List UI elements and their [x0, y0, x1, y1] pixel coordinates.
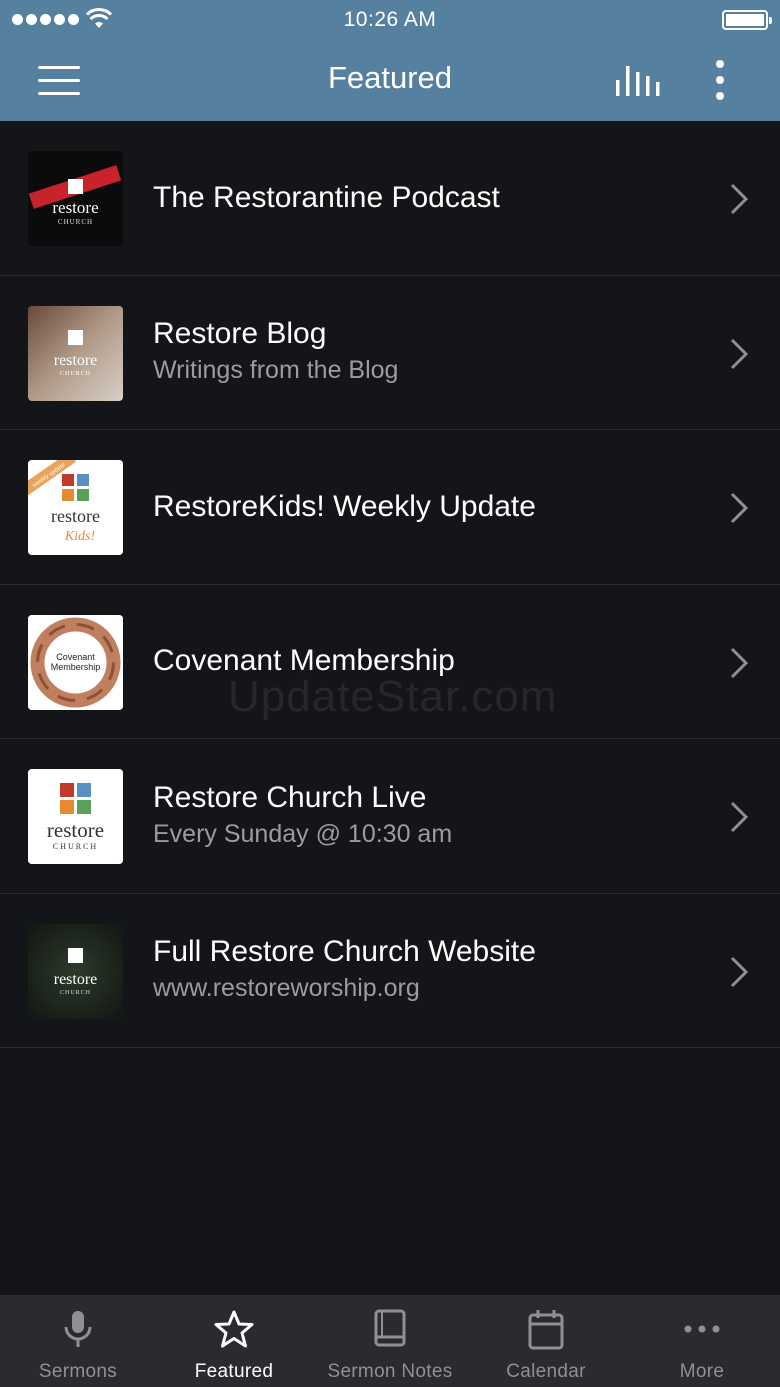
item-subtitle: www.restoreworship.org [153, 974, 420, 1003]
kids-thumb-brand: restore [51, 506, 100, 526]
tab-label: Calendar [506, 1361, 586, 1382]
covenant-thumb-brand: Covenant [56, 652, 95, 662]
tab-featured[interactable]: Featured [156, 1295, 312, 1387]
item-title: The Restorantine Podcast [153, 180, 500, 214]
tab-more[interactable]: More [624, 1295, 780, 1387]
nav-bar: Featured [0, 40, 780, 121]
tab-label: More [679, 1361, 725, 1382]
church-live-thumb-brand: restore [47, 818, 104, 842]
chevron-right-icon [730, 956, 749, 987]
website-thumbnail: restore CHURCH [28, 923, 123, 1019]
chevron-right-icon [730, 647, 749, 678]
podcast-thumb-tag: CHURCH [58, 218, 93, 226]
tab-calendar[interactable]: Calendar [468, 1295, 624, 1387]
more-vertical-icon[interactable] [700, 56, 740, 104]
microphone-icon [64, 1311, 92, 1347]
tab-label: Sermon Notes [327, 1361, 453, 1382]
blog-thumb-tag: CHURCH [60, 371, 91, 377]
watermark: UpdateStar.com [228, 672, 558, 721]
blog-thumb-brand: restore [54, 352, 98, 369]
tab-label: Featured [194, 1361, 274, 1382]
podcast-thumb-brand: restore [52, 198, 98, 217]
tab-sermons[interactable]: Sermons [0, 1295, 156, 1387]
star-icon [214, 1310, 254, 1348]
chevron-right-icon [730, 183, 749, 215]
tab-bar: Sermons Featured Sermon Notes Calendar M… [0, 1295, 780, 1387]
list-item-website[interactable]: restore CHURCH Full Restore Church Websi… [0, 894, 780, 1048]
kids-thumbnail: weekly update restore Kids! [28, 460, 123, 555]
item-title: Restore Blog [153, 317, 327, 351]
list-item-podcast[interactable]: restore CHURCH The Restorantine Podcast [0, 121, 780, 276]
website-thumb-tag: CHURCH [60, 990, 91, 996]
audio-bars-icon[interactable] [608, 58, 668, 102]
calendar-icon [528, 1310, 564, 1350]
chevron-right-icon [730, 338, 749, 369]
item-title: RestoreKids! Weekly Update [153, 489, 536, 523]
kids-thumb-tag: Kids! [64, 529, 96, 544]
chevron-right-icon [730, 492, 749, 524]
tab-sermon-notes[interactable]: Sermon Notes [312, 1295, 468, 1387]
more-dots-icon [684, 1325, 720, 1333]
item-title: Full Restore Church Website [153, 935, 536, 969]
website-thumb-brand: restore [54, 971, 98, 988]
item-subtitle: Writings from the Blog [153, 356, 399, 385]
status-bar: 10:26 AM [0, 0, 780, 40]
status-time: 10:26 AM [343, 8, 437, 31]
book-icon [374, 1309, 406, 1347]
featured-list: restore CHURCH The Restorantine Podcast … [0, 121, 780, 1048]
covenant-thumb-tag: Membership [51, 662, 101, 672]
chevron-right-icon [730, 801, 749, 833]
tab-label: Sermons [38, 1361, 118, 1382]
list-item-church-live[interactable]: restore CHURCH Restore Church Live Every… [0, 739, 780, 894]
church-live-thumb-tag: CHURCH [53, 842, 98, 851]
covenant-thumbnail: Covenant Membership [28, 614, 123, 710]
item-subtitle: Every Sunday @ 10:30 am [153, 819, 453, 848]
battery-icon [722, 10, 772, 30]
blog-thumbnail: restore CHURCH [28, 305, 123, 401]
list-item-blog[interactable]: restore CHURCH Restore Blog Writings fro… [0, 276, 780, 430]
podcast-thumbnail: restore CHURCH [28, 151, 123, 246]
list-item-kids-update[interactable]: weekly update restore Kids! RestoreKids!… [0, 430, 780, 585]
church-live-thumbnail: restore CHURCH [28, 769, 123, 864]
item-title: Restore Church Live [153, 780, 427, 814]
